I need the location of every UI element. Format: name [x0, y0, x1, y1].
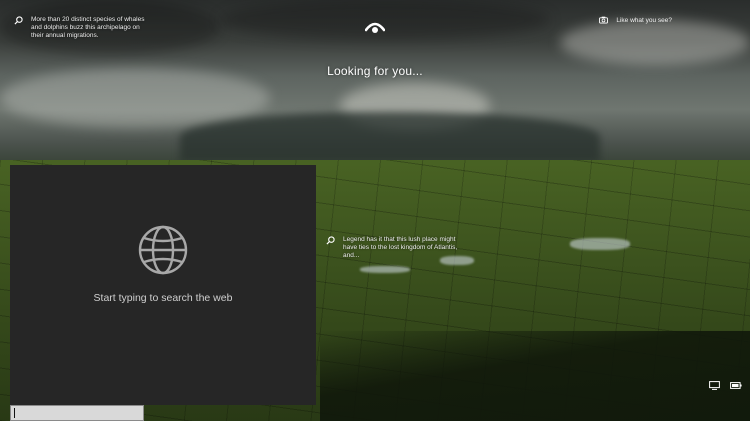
mountain-ridge — [180, 112, 600, 162]
foreground-hills — [320, 331, 750, 421]
windows-hello-eye-icon — [364, 22, 386, 33]
text-caret — [14, 408, 15, 418]
hello-status: Looking for you... — [327, 64, 423, 78]
spotlight-fact-side[interactable]: Legend has it that this lush place might… — [326, 236, 486, 260]
search-hint: Start typing to search the web — [93, 292, 233, 304]
pond — [360, 266, 410, 273]
battery-icon[interactable] — [730, 381, 742, 390]
system-tray — [709, 381, 742, 390]
spotlight-fact-text: Legend has it that this lush place might… — [343, 236, 458, 259]
windows-hello — [0, 20, 750, 39]
network-icon[interactable] — [709, 381, 720, 390]
pond — [570, 238, 630, 250]
search-pin-icon — [326, 236, 335, 245]
search-input[interactable] — [10, 405, 144, 421]
globe-icon — [138, 225, 188, 275]
search-panel: Start typing to search the web — [10, 165, 316, 405]
